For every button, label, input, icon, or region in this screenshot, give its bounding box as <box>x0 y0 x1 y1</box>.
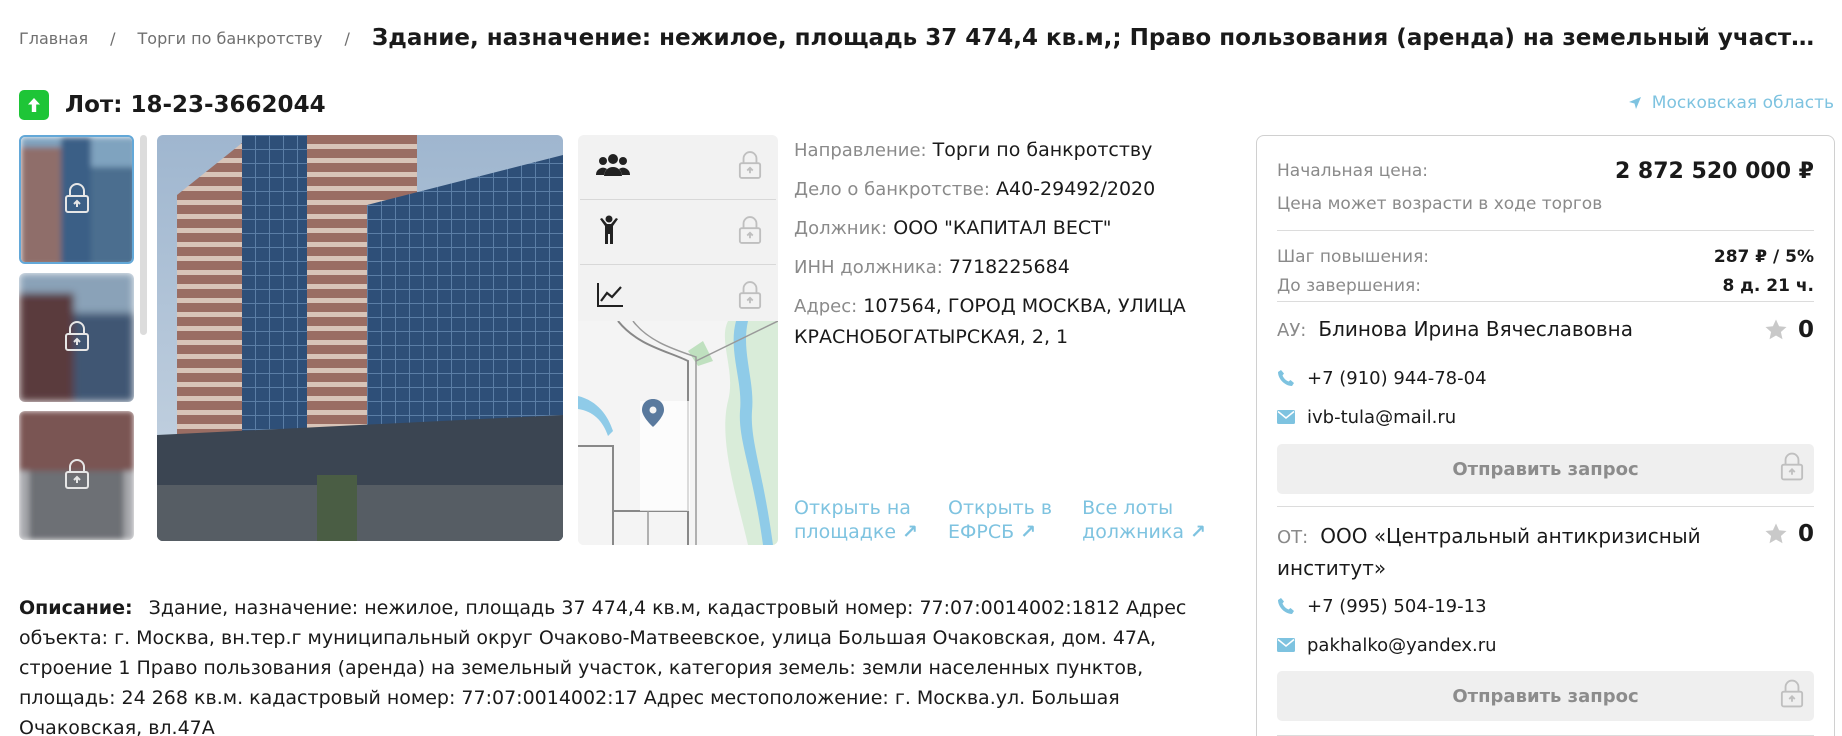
users-icon <box>595 152 631 182</box>
lock-icon <box>738 215 762 249</box>
debtor-value: ООО "КАПИТАЛ ВЕСТ" <box>893 217 1112 239</box>
ot-send-request-button[interactable]: Отправить запрос <box>1277 671 1814 721</box>
au-rating[interactable]: 0 <box>1764 317 1814 343</box>
person-row[interactable] <box>580 200 776 265</box>
arrow-up-icon <box>19 90 49 120</box>
lock-icon <box>1780 679 1804 714</box>
step-value: 287 ₽ / 5% <box>1713 247 1814 267</box>
ot-label: ОТ: <box>1277 527 1309 548</box>
envelope-icon <box>1277 410 1295 424</box>
lot-header: Лот: 18-23-3662044 <box>19 90 326 120</box>
au-email[interactable]: ivb-tula@mail.ru <box>1277 398 1814 436</box>
location-map[interactable] <box>578 320 778 545</box>
thumbnail[interactable] <box>19 273 134 402</box>
time-left-value: 8 д. 21 ч. <box>1722 276 1814 296</box>
lot-title: Лот: 18-23-3662044 <box>65 92 326 118</box>
debtor-label: Должник: <box>794 218 888 239</box>
thumbnail[interactable] <box>19 135 134 264</box>
inn-value: 7718225684 <box>948 256 1070 278</box>
time-left-row: До завершения: 8 д. 21 ч. <box>1277 271 1814 301</box>
external-arrow-icon: ↗ <box>1190 521 1206 543</box>
ot-name[interactable]: ООО «Центральный антикризисный институт» <box>1277 524 1701 580</box>
chart-icon <box>596 282 624 312</box>
star-icon <box>1765 319 1787 340</box>
start-price-label: Начальная цена: <box>1277 161 1428 181</box>
debtor-row: Должник: ООО "КАПИТАЛ ВЕСТ" <box>794 213 1244 244</box>
thumbnail-scrollbar[interactable] <box>140 135 147 335</box>
breadcrumb: Главная / Торги по банкротству / Здание,… <box>19 22 1829 54</box>
au-row: АУ: Блинова Ирина Вячеславовна 0 <box>1277 302 1814 358</box>
ot-email[interactable]: pakhalko@yandex.ru <box>1277 625 1814 665</box>
lock-icon <box>1780 452 1804 487</box>
breadcrumb-home-link[interactable]: Главная <box>19 29 88 48</box>
external-arrow-icon: ↗ <box>1020 521 1037 543</box>
direction-row: Направление: Торги по банкротству <box>794 135 1244 166</box>
external-links: Открыть на площадке ↗ Открыть в ЕФРСБ ↗ … <box>794 496 1236 544</box>
lock-icon <box>64 320 90 356</box>
person-icon <box>596 215 622 249</box>
lot-stats-panel <box>578 135 778 545</box>
time-left-label: До завершения: <box>1277 276 1421 296</box>
address-label: Адрес: <box>794 296 858 317</box>
star-icon <box>1765 523 1787 544</box>
step-label: Шаг повышения: <box>1277 247 1430 267</box>
ot-person: ОТ: ООО «Центральный антикризисный инстит… <box>1277 521 1717 583</box>
breadcrumb-separator: / <box>344 28 350 48</box>
lot-description: Описание: Здание, назначение: нежилое, п… <box>19 593 1214 736</box>
all-debtor-lots-link[interactable]: Все лоты должника ↗ <box>1082 496 1206 544</box>
page-title: Здание, назначение: нежилое, площадь 37 … <box>371 25 1829 51</box>
au-name[interactable]: Блинова Ирина Вячеславовна <box>1318 317 1633 341</box>
ot-rating[interactable]: 0 <box>1764 521 1814 547</box>
description-label: Описание: <box>19 597 133 619</box>
main-photo[interactable] <box>157 135 563 541</box>
au-person: АУ: Блинова Ирина Вячеславовна <box>1277 314 1633 346</box>
participants-row[interactable] <box>580 135 776 200</box>
open-on-platform-link[interactable]: Открыть на площадке ↗ <box>794 496 918 544</box>
description-text: Здание, назначение: нежилое, площадь 37 … <box>19 597 1187 736</box>
address-row: Адрес: 107564, ГОРОД МОСКВА, УЛИЦА КРАСН… <box>794 291 1244 352</box>
breadcrumb-section-link[interactable]: Торги по банкротству <box>138 29 323 48</box>
au-label: АУ: <box>1277 320 1307 341</box>
lock-icon <box>64 458 90 494</box>
breadcrumb-separator: / <box>110 28 116 48</box>
thumbnail[interactable] <box>19 411 134 540</box>
external-arrow-icon: ↗ <box>902 521 919 543</box>
ot-phone[interactable]: +7 (995) 504-19-13 <box>1277 587 1814 625</box>
inn-row: ИНН должника: 7718225684 <box>794 252 1244 283</box>
envelope-icon <box>1277 638 1295 652</box>
phone-icon <box>1278 370 1294 386</box>
direction-value: Торги по банкротству <box>932 139 1153 161</box>
au-send-request-button[interactable]: Отправить запрос <box>1277 444 1814 494</box>
case-label: Дело о банкротстве: <box>794 179 990 200</box>
location-arrow-icon <box>1628 97 1641 109</box>
region-label: Московская область <box>1651 93 1834 113</box>
start-price-row: Начальная цена: 2 872 520 000 ₽ <box>1277 136 1814 194</box>
lock-icon <box>738 150 762 184</box>
open-in-efrsb-link[interactable]: Открыть в ЕФРСБ ↗ <box>948 496 1052 544</box>
lock-icon <box>64 182 90 218</box>
phone-icon <box>1278 598 1294 614</box>
price-card: Начальная цена: 2 872 520 000 ₽ Цена мож… <box>1256 135 1835 736</box>
region-link[interactable]: Московская область <box>1628 93 1834 113</box>
price-note: Цена может возрасти в ходе торгов <box>1277 194 1603 214</box>
lot-info: Направление: Торги по банкротству Дело о… <box>794 135 1244 360</box>
inn-label: ИНН должника: <box>794 257 943 278</box>
direction-label: Направление: <box>794 140 927 161</box>
ot-row: ОТ: ООО «Центральный антикризисный инстит… <box>1277 507 1814 587</box>
case-value: А40-29492/2020 <box>995 178 1156 200</box>
start-price-value: 2 872 520 000 ₽ <box>1614 158 1814 184</box>
au-phone[interactable]: +7 (910) 944-78-04 <box>1277 358 1814 398</box>
thumbnail-list <box>19 135 134 541</box>
step-row: Шаг повышения: 287 ₽ / 5% <box>1277 231 1814 271</box>
lock-icon <box>738 280 762 314</box>
case-row: Дело о банкротстве: А40-29492/2020 <box>794 174 1244 205</box>
